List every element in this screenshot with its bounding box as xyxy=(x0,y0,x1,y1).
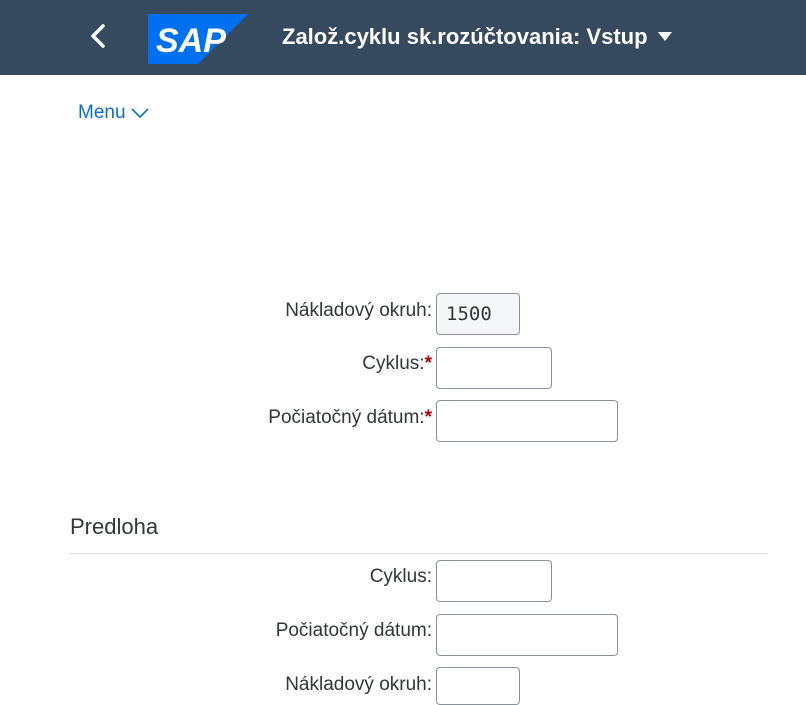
field-row-cost-center: Nákladový okruh: xyxy=(0,300,432,330)
start-date-field[interactable] xyxy=(436,400,618,442)
field-label: Cyklus: xyxy=(369,566,432,587)
field-row-cycle: Cyklus:* xyxy=(0,353,432,383)
field-row-template-start-date: Počiatočný dátum: xyxy=(0,620,432,650)
chevron-down-icon xyxy=(130,108,149,119)
sap-logo[interactable]: SAP xyxy=(148,14,248,64)
field-label: Počiatočný dátum: xyxy=(275,620,432,641)
section-divider xyxy=(70,553,768,554)
menu-button[interactable]: Menu xyxy=(78,102,150,124)
cost-center-field[interactable]: 1500 xyxy=(436,293,520,335)
field-label: Počiatočný dátum:* xyxy=(268,407,432,428)
chevron-left-icon xyxy=(91,24,105,48)
field-row-start-date: Počiatočný dátum:* xyxy=(0,407,432,437)
app-title: Založ.cyklu sk.rozúčtovania: Vstup xyxy=(282,24,648,49)
required-marker: * xyxy=(424,353,432,374)
field-label: Cyklus:* xyxy=(362,353,432,374)
template-start-date-field[interactable] xyxy=(436,614,618,656)
menu-label: Menu xyxy=(78,102,126,123)
field-row-template-cycle: Cyklus: xyxy=(0,566,432,596)
template-cycle-field[interactable] xyxy=(436,560,552,602)
field-label: Nákladový okruh: xyxy=(285,674,432,695)
app-title-button[interactable]: Založ.cyklu sk.rozúčtovania: Vstup xyxy=(282,20,672,54)
caret-down-icon xyxy=(657,32,672,41)
back-button[interactable] xyxy=(84,18,114,54)
field-row-template-cost-center: Nákladový okruh: xyxy=(0,674,432,704)
shell-bar: SAP Založ.cyklu sk.rozúčtovania: Vstup xyxy=(0,0,806,75)
field-label: Nákladový okruh: xyxy=(285,300,432,321)
required-marker: * xyxy=(424,407,432,428)
cycle-field[interactable] xyxy=(436,347,552,389)
sap-logo-text: SAP xyxy=(156,22,226,60)
section-title: Predloha xyxy=(70,514,159,539)
template-cost-center-field[interactable] xyxy=(436,667,520,705)
